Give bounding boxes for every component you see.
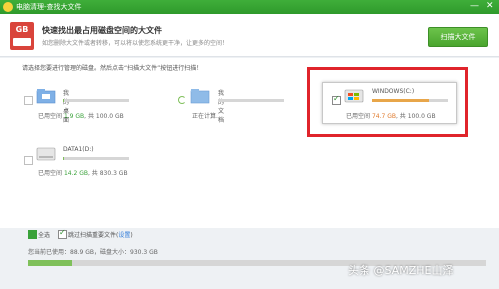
drive-usage-bar	[63, 99, 129, 102]
drive-usage-text: 已用空间 74.7 GB, 共 100.0 GB	[346, 113, 436, 120]
drive-usage-bar	[218, 99, 284, 102]
total-usage-text: 您当前已使用：88.9 GB，磁盘大小：930.3 GB	[28, 249, 158, 256]
drive-usage-bar	[372, 99, 448, 102]
select-all-label: 全选	[38, 232, 51, 239]
hard-drive-icon	[36, 147, 56, 161]
drive-usage-fill	[63, 157, 65, 160]
gb-file-icon: GB	[10, 22, 34, 50]
drive-checkbox-windows[interactable]	[332, 94, 341, 105]
drive-usage-text: 正在计算...	[192, 113, 222, 120]
settings-link[interactable]: 设置	[118, 232, 130, 239]
app-logo-icon	[3, 2, 13, 12]
drive-usage-fill	[63, 99, 65, 102]
drive-checkbox-desktop[interactable]	[24, 96, 33, 105]
total-usage-fill	[28, 260, 72, 266]
drive-usage-text: 已用空间 1.9 GB, 共 100.0 GB	[38, 113, 124, 120]
header: GB 快速找出最占用磁盘空间的大文件 如您删除大文件或者转移，可以将以使您系统更…	[0, 14, 499, 57]
skip-important-label: 跳过扫描重要文件(设置)	[68, 232, 133, 239]
documents-folder-icon	[190, 89, 210, 104]
window-title: 电脑清理-查找大文件	[16, 3, 82, 11]
drive-checkbox-data1[interactable]	[24, 156, 33, 165]
drive-usage-bar	[63, 157, 129, 160]
drive-usage-text: 已用空间 14.2 GB, 共 830.3 GB	[38, 170, 128, 177]
title-bar: 电脑清理-查找大文件 — ✕	[0, 0, 499, 14]
page-title: 快速找出最占用磁盘空间的大文件	[42, 26, 162, 35]
drive-usage-fill	[372, 99, 429, 102]
instruction-text: 请选择您要进行管理的磁盘。然后点击“扫描大文件”按钮进行扫描！	[22, 65, 203, 72]
windows-drive-icon	[344, 89, 364, 103]
select-all-checkbox[interactable]	[28, 230, 37, 239]
drive-name: WINDOWS(C:)	[372, 88, 415, 95]
close-button[interactable]: ✕	[486, 1, 494, 12]
skip-important-checkbox[interactable]	[58, 228, 67, 239]
desktop-folder-icon	[36, 89, 56, 104]
drive-name: DATA1(D:)	[63, 146, 94, 153]
loading-spinner-icon	[178, 96, 186, 104]
minimize-button[interactable]: —	[470, 1, 479, 12]
page-subtitle: 如您删除大文件或者转移，可以将以使您系统更干净，让更多的空间！	[42, 40, 229, 47]
scan-large-files-button[interactable]: 扫描大文件	[428, 27, 488, 47]
watermark: 头条 @SAMZHE山泽	[348, 264, 454, 277]
